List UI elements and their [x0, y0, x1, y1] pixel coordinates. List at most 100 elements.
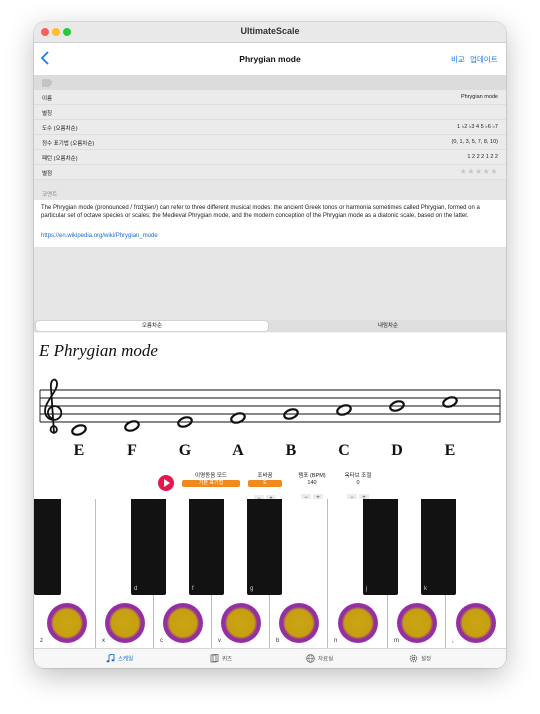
row-value: (0, 1, 3, 5, 7, 8, 10) [451, 139, 498, 145]
tempo-label: 템포 (BPM) [298, 473, 326, 479]
key-pad[interactable] [397, 603, 437, 643]
mode-selector[interactable]: 기본 표기법 [182, 480, 240, 487]
key-pad[interactable] [338, 603, 378, 643]
octave-value: 0 [356, 480, 360, 486]
note-head [124, 420, 140, 432]
tab-label: 스케일 [118, 656, 134, 663]
tab-library[interactable]: 자료실 [306, 654, 333, 663]
tab-scale[interactable]: 스케일 [106, 653, 134, 663]
octave-label: 옥타브 조절 [344, 473, 372, 479]
tab-label: 자료실 [318, 656, 334, 663]
row-value: 1 2 2 2 1 2 2 [467, 154, 498, 160]
page-title: Phrygian mode [239, 54, 301, 64]
info-row-degrees: 도수 (오름차순) 1 ♭2 ♭3 4 5 ♭6 ♭7 [34, 120, 506, 135]
playback-controls: 이명동음 모드 기본 표기법 조바꿈 E −+ 템포 (BPM) 140 −+ … [34, 469, 506, 503]
transpose-label: 조바꿈 [257, 473, 273, 479]
key-pad[interactable] [105, 603, 145, 643]
tab-settings[interactable]: 설정 [409, 654, 431, 663]
info-row-integer-notation: 정수 표기법 (오름차순) (0, 1, 3, 5, 7, 8, 10) [34, 135, 506, 150]
key-label: , [452, 638, 454, 644]
row-key: 정수 표기법 (오름차순) [42, 141, 95, 147]
gear-icon [409, 654, 418, 663]
tab-bar: 스케일 퀴즈 자료실 설정 [34, 648, 506, 668]
enharmonic-mode-control: 이명동음 모드 기본 표기법 [180, 471, 242, 487]
mode-label: 이명동음 모드 [195, 473, 227, 479]
black-key[interactable]: d [131, 499, 166, 595]
key-label: f [192, 586, 194, 592]
key-pad[interactable] [47, 603, 87, 643]
key-label: j [366, 586, 368, 592]
comment-section-header: 코멘트 [34, 180, 506, 200]
key-label: c [160, 638, 163, 644]
info-section-header: 정보 [34, 76, 506, 90]
app-window: UltimateScale Phrygian mode 비교 업데이트 정보 이… [34, 22, 506, 668]
info-row-rating: 별점 ★★★★★ [34, 165, 506, 180]
navigation-bar: Phrygian mode 비교 업데이트 [34, 43, 506, 76]
comment-box: The Phrygian mode (pronounced /ˈfrɪdʒiən… [34, 200, 506, 247]
tab-label: 설정 [421, 656, 432, 663]
segment-descending[interactable]: 내림차순 [272, 321, 504, 331]
window-title: UltimateScale [240, 26, 300, 36]
key-label: z [40, 638, 43, 644]
row-key: 도수 (오름차순) [42, 126, 78, 132]
note-head [442, 396, 458, 408]
black-key[interactable]: g [247, 499, 282, 595]
row-value: Phrygian mode [461, 94, 498, 100]
key-label: m [394, 638, 399, 644]
music-notes-icon [106, 653, 115, 663]
comment-text: The Phrygian mode (pronounced /ˈfrɪdʒiən… [41, 205, 480, 219]
note-name: C [338, 442, 350, 459]
title-bar: UltimateScale [34, 22, 506, 43]
tab-label: 퀴즈 [222, 656, 233, 663]
info-row-pattern: 패턴 (오름차순) 1 2 2 2 1 2 2 [34, 150, 506, 165]
globe-icon [306, 654, 315, 663]
info-row-alias: 별칭 [34, 105, 506, 120]
note-name: F [127, 442, 137, 459]
transpose-selector[interactable]: E [248, 480, 282, 487]
direction-segmented-control: 오름차순 내림차순 [34, 320, 506, 332]
tempo-value: 140 [307, 480, 317, 486]
key-pad[interactable] [221, 603, 261, 643]
star-rating[interactable]: ★★★★★ [460, 167, 498, 176]
piano-keyboard: z x c v b n m , d f g j k [34, 499, 506, 648]
key-label: k [424, 586, 427, 592]
key-pad[interactable] [163, 603, 203, 643]
key-label: v [218, 638, 221, 644]
key-label: d [134, 586, 138, 592]
note-head [230, 412, 246, 424]
cards-icon [210, 654, 219, 663]
key-pad[interactable] [279, 603, 319, 643]
row-key: 이름 [42, 96, 53, 102]
row-key: 별점 [42, 171, 53, 177]
key-pad[interactable] [456, 603, 496, 643]
comment-section-title: 코멘트 [42, 192, 58, 198]
wikipedia-link[interactable]: https://en.wikipedia.org/wiki/Phrygian_m… [41, 233, 158, 239]
note-head [336, 404, 352, 416]
play-icon[interactable] [158, 475, 174, 491]
key-label: x [102, 638, 105, 644]
info-row-name: 이름 Phrygian mode [34, 90, 506, 105]
key-label: b [276, 638, 280, 644]
note-name: E [74, 442, 85, 459]
segment-ascending[interactable]: 오름차순 [36, 321, 268, 331]
key-label: n [334, 638, 338, 644]
black-key[interactable]: f [189, 499, 224, 595]
black-key[interactable]: k [421, 499, 456, 595]
info-panel: 정보 이름 Phrygian mode 별칭 도수 (오름차순) 1 ♭2 ♭3… [34, 76, 506, 320]
black-key[interactable]: j [363, 499, 398, 595]
update-button[interactable]: 업데이트 [470, 54, 498, 65]
note-name: A [232, 442, 244, 459]
note-name: E [445, 442, 456, 459]
black-key[interactable] [34, 499, 61, 595]
expand-icon[interactable] [42, 79, 50, 87]
note-head [71, 424, 87, 436]
note-name: D [391, 442, 403, 459]
tab-quiz[interactable]: 퀴즈 [210, 654, 232, 663]
key-label: g [250, 586, 254, 592]
row-key: 패턴 (오름차순) [42, 156, 78, 162]
compare-button[interactable]: 비교 [451, 54, 465, 65]
note-name: G [179, 442, 192, 459]
music-staff: EFGABCDE [39, 378, 501, 459]
row-value: 1 ♭2 ♭3 4 5 ♭6 ♭7 [457, 124, 498, 130]
row-key: 별칭 [42, 111, 53, 117]
